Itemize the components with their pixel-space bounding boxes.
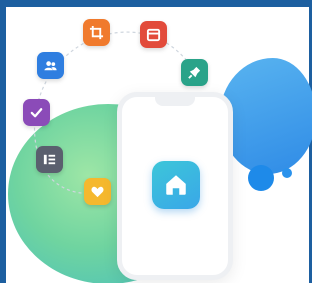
users-app-icon [37,52,64,79]
check-icon [30,108,43,118]
calendar-icon [146,28,161,42]
pin-app-icon [181,59,208,86]
crop-app-icon [83,19,110,46]
heart-icon [91,186,104,198]
crop-icon [89,25,104,40]
users-icon [44,61,57,71]
heart-app-icon [84,178,111,205]
calendar-app-icon [140,21,167,48]
illustration-scene [0,0,312,283]
smartphone-mockup [117,92,233,280]
list-icon [43,154,56,165]
list-app-icon [36,146,63,173]
home-icon [166,175,186,195]
check-app-icon [23,99,50,126]
phone-notch [155,97,195,106]
pin-icon [188,66,201,79]
home-app-icon [152,161,200,209]
